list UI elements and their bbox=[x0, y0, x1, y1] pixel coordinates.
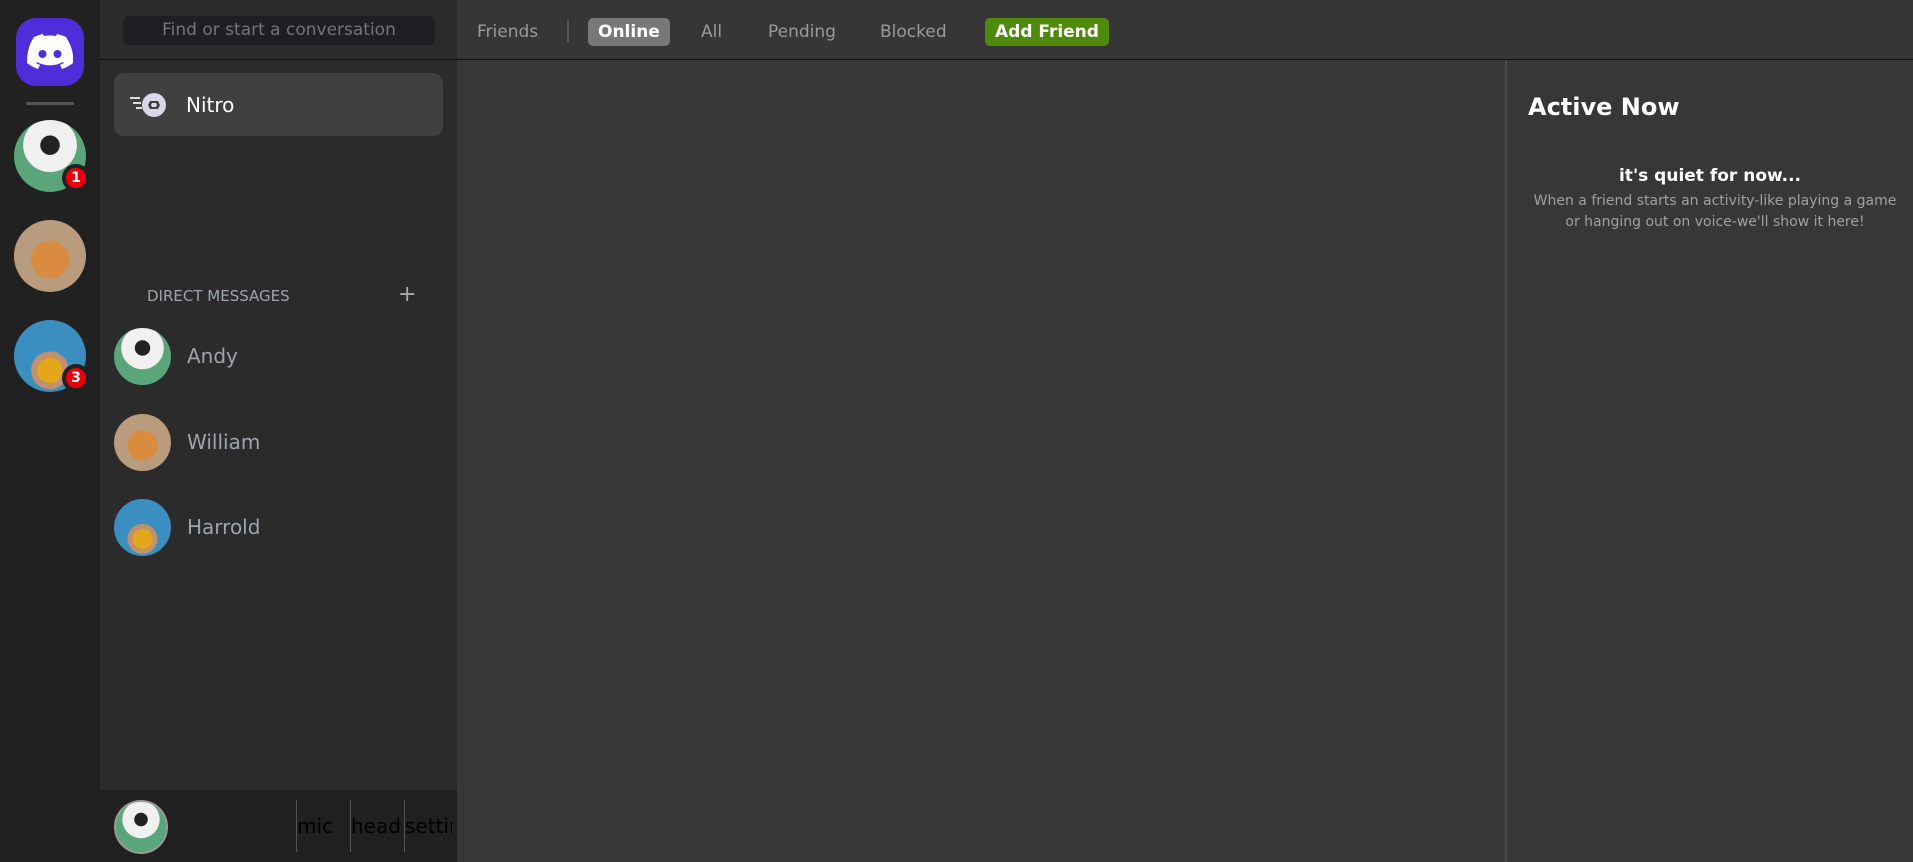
friends-header: Friends Online All Pending Blocked Add F… bbox=[457, 0, 1913, 60]
nitro-label: Nitro bbox=[186, 92, 235, 117]
active-now-title: Active Now bbox=[1528, 93, 1680, 121]
nitro-item[interactable]: Nitro bbox=[114, 73, 443, 136]
user-avatar[interactable] bbox=[114, 800, 168, 854]
mic-icon[interactable]: mic bbox=[296, 800, 348, 852]
dm-name: William bbox=[187, 430, 261, 454]
dm-item-andy[interactable]: Andy bbox=[114, 326, 443, 386]
unread-badge: 1 bbox=[62, 164, 90, 192]
dm-item-william[interactable]: William bbox=[114, 412, 443, 472]
tab-online[interactable]: Online bbox=[588, 18, 670, 46]
empty-description: When a friend starts an activity-like pl… bbox=[1533, 193, 1897, 230]
unread-badge: 3 bbox=[62, 364, 90, 392]
dm-sidebar: Nitro DIRECT MESSAGES + Andy William Har… bbox=[100, 0, 457, 862]
user-panel: mic headphones settings bbox=[100, 790, 457, 862]
server-avatar-william[interactable] bbox=[14, 220, 86, 292]
dm-header: DIRECT MESSAGES bbox=[147, 287, 290, 305]
headphones-icon[interactable]: headphones bbox=[350, 800, 402, 852]
add-friend-button[interactable]: Add Friend bbox=[985, 18, 1109, 46]
search-input[interactable] bbox=[123, 16, 435, 45]
discord-logo-icon bbox=[27, 34, 73, 69]
tab-pending[interactable]: Pending bbox=[758, 18, 846, 46]
divider bbox=[100, 59, 457, 60]
avatar bbox=[114, 413, 171, 471]
dm-name: Harrold bbox=[187, 515, 261, 539]
rail-divider bbox=[26, 102, 74, 105]
avatar bbox=[114, 498, 171, 556]
tab-all[interactable]: All bbox=[691, 18, 732, 46]
friends-title: Friends bbox=[477, 22, 539, 42]
settings-icon[interactable]: settings bbox=[404, 800, 452, 852]
nitro-icon bbox=[130, 92, 166, 117]
tab-blocked[interactable]: Blocked bbox=[870, 18, 957, 46]
dm-name: Andy bbox=[187, 344, 238, 368]
server-rail: 1 3 bbox=[0, 0, 100, 862]
dm-item-harrold[interactable]: Harrold bbox=[114, 497, 443, 557]
active-now-panel: Active Now it's quiet for now... When a … bbox=[1505, 61, 1913, 862]
avatar bbox=[114, 327, 171, 385]
divider bbox=[567, 20, 569, 42]
create-dm-button[interactable]: + bbox=[398, 282, 416, 307]
discord-home-button[interactable] bbox=[16, 18, 84, 86]
empty-title: it's quiet for now... bbox=[1618, 166, 1802, 186]
